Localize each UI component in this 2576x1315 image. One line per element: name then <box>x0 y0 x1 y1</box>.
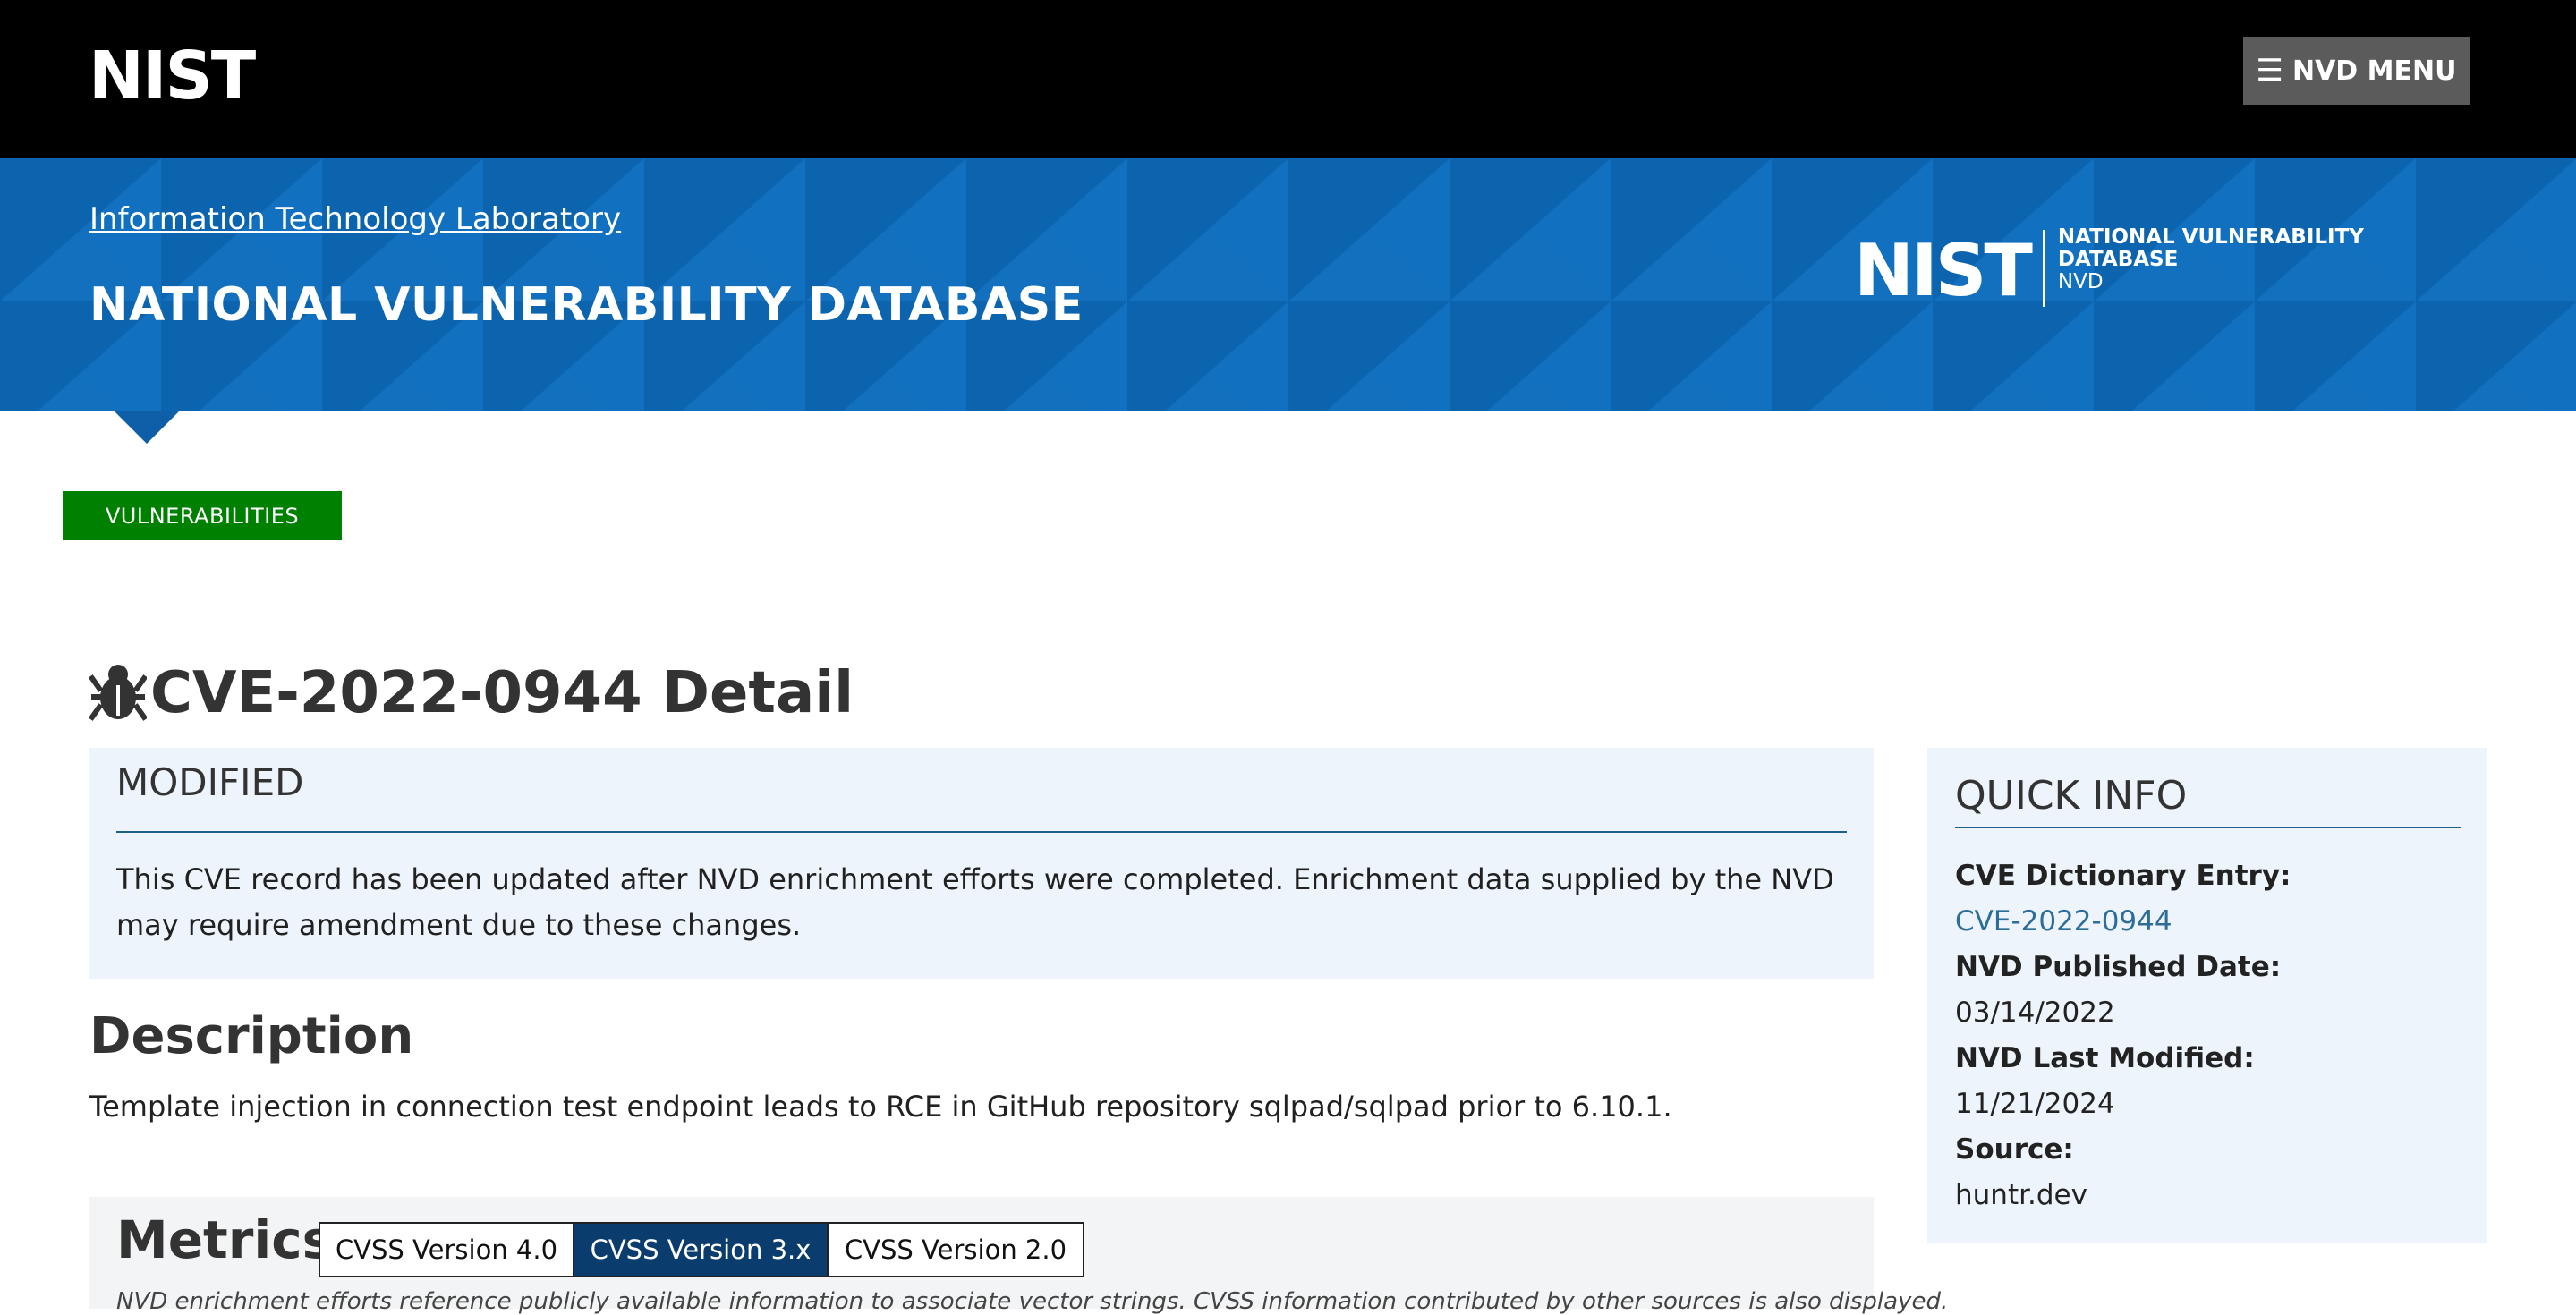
quick-info-list: CVE Dictionary Entry: CVE-2022-0944 NVD … <box>1955 853 2291 1218</box>
source-label: Source: <box>1955 1133 2074 1166</box>
top-bar: NIST ☰ NVD MENU <box>0 0 2576 158</box>
nist-nvd-logo[interactable]: NIST NATIONAL VULNERABILITY DATABASE NVD <box>1854 226 2364 307</box>
site-title[interactable]: NATIONAL VULNERABILITY DATABASE <box>89 278 1084 332</box>
description-heading: Description <box>89 1007 414 1065</box>
page-title: CVE-2022-0944 Detail <box>89 660 854 726</box>
description-text: Template injection in connection test en… <box>89 1090 1672 1124</box>
tab-cvss-3-x[interactable]: CVSS Version 3.x <box>574 1222 829 1277</box>
modified-divider <box>116 831 1847 833</box>
itl-link[interactable]: Information Technology Laboratory <box>89 201 621 237</box>
source-value: huntr.dev <box>1955 1179 2087 1211</box>
metrics-heading: Metrics <box>116 1209 334 1270</box>
metrics-panel: Metrics CVSS Version 4.0 CVSS Version 3.… <box>89 1197 1948 1315</box>
modified-panel: MODIFIED This CVE record has been update… <box>89 748 1874 979</box>
logo-line-3: NVD <box>2057 270 2104 293</box>
logo-line-2: DATABASE <box>2057 248 2179 271</box>
modified-text: This CVE record has been updated after N… <box>116 862 1834 942</box>
quick-info-divider <box>1955 827 2461 828</box>
logo-divider <box>2042 230 2045 307</box>
logo-line-1: NATIONAL VULNERABILITY <box>2057 225 2364 249</box>
modified-heading: MODIFIED <box>116 760 304 804</box>
metrics-note: NVD enrichment efforts reference publicl… <box>116 1288 1949 1315</box>
last-modified-value: 11/21/2024 <box>1955 1088 2115 1120</box>
nvd-menu-button[interactable]: ☰ NVD MENU <box>2243 37 2470 105</box>
cve-entry-link[interactable]: CVE-2022-0944 <box>1955 899 2291 945</box>
site-banner: Information Technology Laboratory NATION… <box>0 158 2576 411</box>
tab-cvss-4-0[interactable]: CVSS Version 4.0 <box>319 1222 574 1277</box>
cve-title: CVE-2022-0944 Detail <box>150 660 854 726</box>
published-date-label: NVD Published Date: <box>1955 951 2282 983</box>
last-modified-label: NVD Last Modified: <box>1955 1042 2255 1074</box>
quick-info-heading: QUICK INFO <box>1955 773 2188 819</box>
bug-icon <box>89 665 147 721</box>
hamburger-icon: ☰ <box>2256 53 2283 89</box>
cve-entry-label: CVE Dictionary Entry: <box>1955 860 2291 892</box>
cvss-version-tabs: CVSS Version 4.0 CVSS Version 3.x CVSS V… <box>319 1222 1084 1277</box>
nist-logo[interactable]: NIST <box>89 43 256 109</box>
vulnerabilities-button[interactable]: VULNERABILITIES <box>63 491 342 540</box>
published-date-value: 03/14/2022 <box>1955 997 2115 1029</box>
nist-mark: NIST <box>1854 229 2033 312</box>
banner-pointer <box>115 411 179 444</box>
quick-info-panel: QUICK INFO CVE Dictionary Entry: CVE-202… <box>1927 748 2487 1243</box>
logo-subtitle: NATIONAL VULNERABILITY DATABASE NVD <box>2058 226 2364 293</box>
nvd-menu-label: NVD MENU <box>2291 55 2457 87</box>
tab-cvss-2-0[interactable]: CVSS Version 2.0 <box>829 1222 1084 1277</box>
